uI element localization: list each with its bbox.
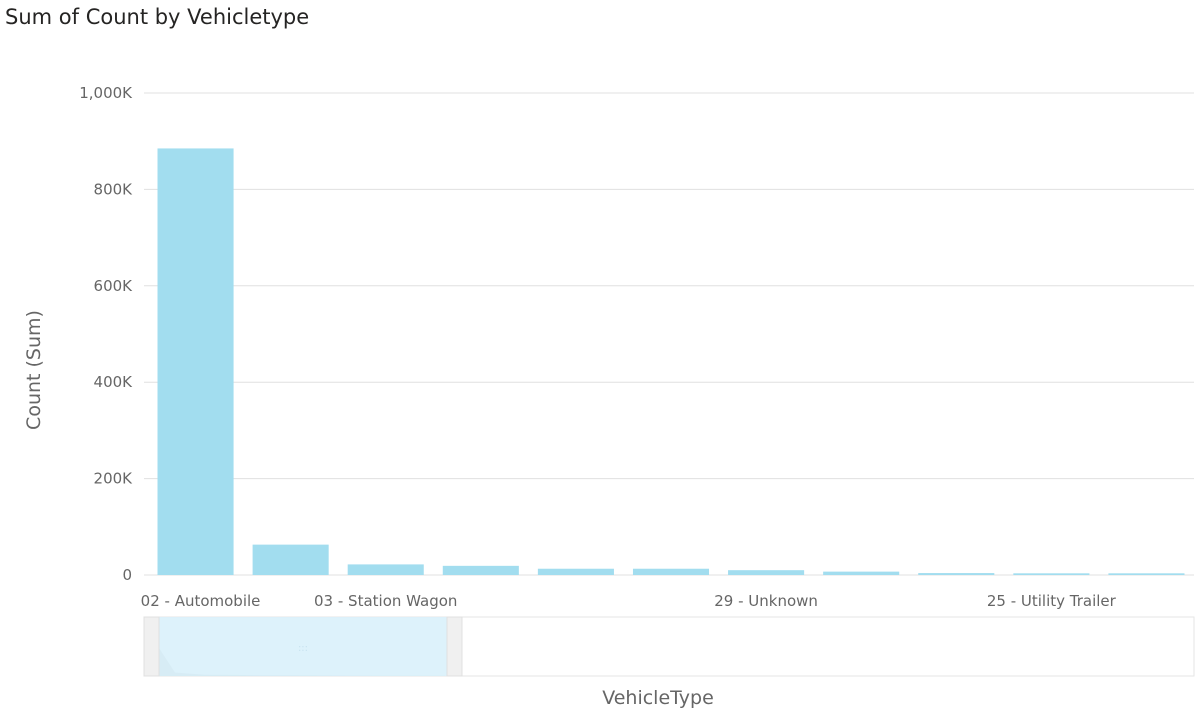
x-tick-label: 02 - Automobile [141, 592, 261, 610]
bar[interactable] [442, 565, 519, 575]
y-tick-label: 0 [122, 566, 132, 584]
brush-left-handle[interactable] [143, 616, 160, 677]
y-tick-label: 400K [94, 373, 134, 391]
y-tick-label: 1,000K [79, 84, 133, 102]
x-tick-label: 25 - Utility Trailer [987, 592, 1117, 610]
bar[interactable] [918, 573, 995, 575]
x-tick-label: 29 - Unknown [714, 592, 818, 610]
gridlines [144, 92, 1194, 576]
bar-chart: 0200K400K600K800K1,000K 02 - Automobile 0… [23, 84, 1195, 709]
y-tick-label: 800K [94, 180, 134, 198]
bars [157, 148, 1185, 575]
bar[interactable] [157, 148, 234, 575]
brush-right-handle[interactable] [446, 616, 463, 677]
y-axis-title: Count (Sum) [23, 310, 45, 430]
bar[interactable] [728, 570, 805, 575]
bar[interactable] [632, 568, 710, 575]
bar[interactable] [252, 544, 329, 575]
brush-grip-icon: ::: [298, 643, 308, 654]
bar[interactable] [1108, 573, 1185, 575]
scroll-brush[interactable]: ::: [143, 616, 1195, 677]
bar[interactable] [347, 564, 424, 575]
y-tick-label: 200K [94, 470, 134, 488]
x-axis-ticks: 02 - Automobile 03 - Station Wagon 29 - Un… [141, 592, 1117, 610]
x-tick-label: 03 - Station Wagon [314, 592, 457, 610]
y-axis-ticks: 0 200K 400K 600K 800K 1,000K [79, 84, 133, 584]
y-tick-label: 600K [94, 277, 134, 295]
x-axis-title: VehicleType [602, 687, 714, 709]
bar[interactable] [1013, 573, 1090, 575]
bar[interactable] [823, 571, 900, 575]
bar[interactable] [537, 568, 614, 575]
